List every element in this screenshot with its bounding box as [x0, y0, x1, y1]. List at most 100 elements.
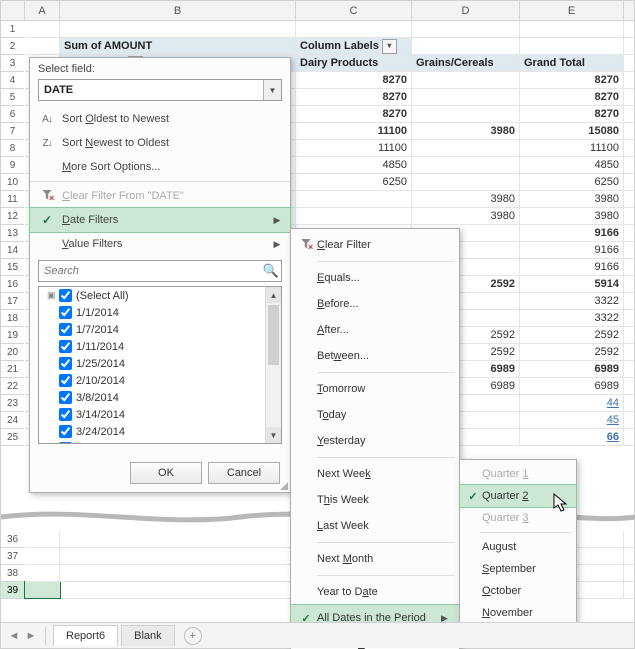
cell[interactable]: 3322: [520, 293, 624, 309]
november-item[interactable]: November: [460, 602, 576, 624]
cell[interactable]: [60, 548, 296, 564]
row-header[interactable]: 37: [1, 548, 24, 565]
value-filters-menu[interactable]: Value Filters ▶: [30, 232, 290, 256]
after-item[interactable]: After...: [291, 317, 459, 343]
today-item[interactable]: Today: [291, 402, 459, 428]
cell[interactable]: 15080: [520, 123, 624, 139]
row-header[interactable]: 38: [1, 565, 24, 582]
field-combo[interactable]: DATE ▼: [38, 79, 282, 101]
cell[interactable]: [412, 174, 520, 190]
row-header[interactable]: 3: [1, 55, 24, 72]
filter-checkbox[interactable]: [59, 425, 72, 438]
cell[interactable]: [296, 191, 412, 207]
row-header[interactable]: 5: [1, 89, 24, 106]
yesterday-item[interactable]: Yesterday: [291, 428, 459, 454]
cell[interactable]: [412, 21, 520, 37]
cell[interactable]: 4850: [296, 157, 412, 173]
cell[interactable]: [25, 565, 60, 581]
row-header[interactable]: 11: [1, 191, 24, 208]
cell[interactable]: 8270: [296, 106, 412, 122]
filter-checkbox[interactable]: [59, 340, 72, 353]
cell[interactable]: 5914: [520, 276, 624, 292]
filter-checkbox[interactable]: [59, 391, 72, 404]
sort-oldest-newest[interactable]: A↓ Sort Oldest to Newest: [30, 107, 290, 131]
scroll-down-icon[interactable]: ▼: [266, 427, 281, 443]
row-header[interactable]: 39: [1, 582, 24, 599]
date-filters-menu[interactable]: ✓ Date Filters ▶: [30, 208, 290, 232]
row-header[interactable]: 4: [1, 72, 24, 89]
filter-list-item[interactable]: 1/1/2014: [39, 304, 281, 321]
between-item[interactable]: Between...: [291, 343, 459, 369]
cell[interactable]: Dairy Products: [296, 55, 412, 71]
filter-checkbox[interactable]: [59, 357, 72, 370]
tomorrow-item[interactable]: Tomorrow: [291, 376, 459, 402]
filter-list-item[interactable]: 1/7/2014: [39, 321, 281, 338]
filter-checkbox[interactable]: [59, 374, 72, 387]
sheet-tab-blank[interactable]: Blank: [121, 625, 175, 646]
row-header[interactable]: 2: [1, 38, 24, 55]
filter-list-item[interactable]: 3/14/2014: [39, 406, 281, 423]
cell[interactable]: 8270: [520, 89, 624, 105]
filter-checkbox[interactable]: [59, 306, 72, 319]
cell[interactable]: [520, 38, 624, 54]
col-header-c[interactable]: C: [296, 1, 412, 20]
scroll-thumb[interactable]: [268, 305, 279, 365]
row-header[interactable]: 16: [1, 276, 24, 293]
october-item[interactable]: October: [460, 580, 576, 602]
filter-list-item[interactable]: ▣(Select All): [39, 287, 281, 304]
cell[interactable]: 11100: [296, 140, 412, 156]
cell[interactable]: 9166: [520, 259, 624, 275]
this-week-item[interactable]: This Week: [291, 487, 459, 513]
filter-list-item[interactable]: 1/11/2014: [39, 338, 281, 355]
clear-filter-item[interactable]: Clear Filter: [291, 232, 459, 258]
cell[interactable]: [60, 531, 296, 547]
quarter-1-item[interactable]: Quarter 1: [460, 463, 576, 485]
cell[interactable]: 6250: [296, 174, 412, 190]
column-labels-filter-button[interactable]: ▾: [382, 39, 397, 54]
cell[interactable]: 11100: [296, 123, 412, 139]
cell[interactable]: [412, 106, 520, 122]
row-header[interactable]: 13: [1, 225, 24, 242]
cell[interactable]: Grains/Cereals: [412, 55, 520, 71]
filter-checkbox[interactable]: [59, 442, 72, 444]
quarter-2-item[interactable]: ✓Quarter 2: [460, 485, 576, 507]
cell[interactable]: [25, 21, 60, 37]
filter-list-item[interactable]: 3/8/2014: [39, 389, 281, 406]
cell[interactable]: 9166: [520, 242, 624, 258]
row-header[interactable]: 22: [1, 378, 24, 395]
year-to-date-item[interactable]: Year to Date: [291, 579, 459, 605]
select-all-corner[interactable]: [1, 1, 25, 20]
next-month-item[interactable]: Next Month: [291, 546, 459, 572]
active-cell[interactable]: [25, 582, 60, 598]
filter-checkbox[interactable]: [59, 408, 72, 421]
tab-nav-first-icon[interactable]: ◄: [7, 630, 21, 642]
row-header[interactable]: 20: [1, 344, 24, 361]
row-header[interactable]: 9: [1, 157, 24, 174]
cell[interactable]: 8270: [520, 106, 624, 122]
add-sheet-button[interactable]: +: [184, 627, 202, 645]
col-header-e[interactable]: E: [520, 1, 624, 20]
filter-search-input[interactable]: [39, 265, 261, 277]
row-header[interactable]: 1: [1, 21, 24, 38]
cell[interactable]: 3980: [412, 208, 520, 224]
filter-search[interactable]: 🔍: [38, 260, 282, 282]
ok-button[interactable]: OK: [130, 462, 202, 484]
cell[interactable]: 45: [520, 412, 624, 428]
cell[interactable]: 3980: [520, 191, 624, 207]
cell[interactable]: [60, 565, 296, 581]
quarter-3-item[interactable]: Quarter 3: [460, 507, 576, 529]
filter-list-item[interactable]: 1/25/2014: [39, 355, 281, 372]
row-header[interactable]: 7: [1, 123, 24, 140]
scroll-up-icon[interactable]: ▲: [266, 287, 281, 303]
cell[interactable]: [296, 21, 412, 37]
row-header[interactable]: 17: [1, 293, 24, 310]
cell[interactable]: 3980: [520, 208, 624, 224]
cell[interactable]: [60, 21, 296, 37]
row-header[interactable]: 10: [1, 174, 24, 191]
col-header-b[interactable]: B: [60, 1, 296, 20]
cell[interactable]: 8270: [296, 89, 412, 105]
cell[interactable]: 3980: [412, 123, 520, 139]
row-header[interactable]: 21: [1, 361, 24, 378]
tab-nav-last-icon[interactable]: ►: [24, 630, 38, 642]
cell[interactable]: 2592: [520, 327, 624, 343]
